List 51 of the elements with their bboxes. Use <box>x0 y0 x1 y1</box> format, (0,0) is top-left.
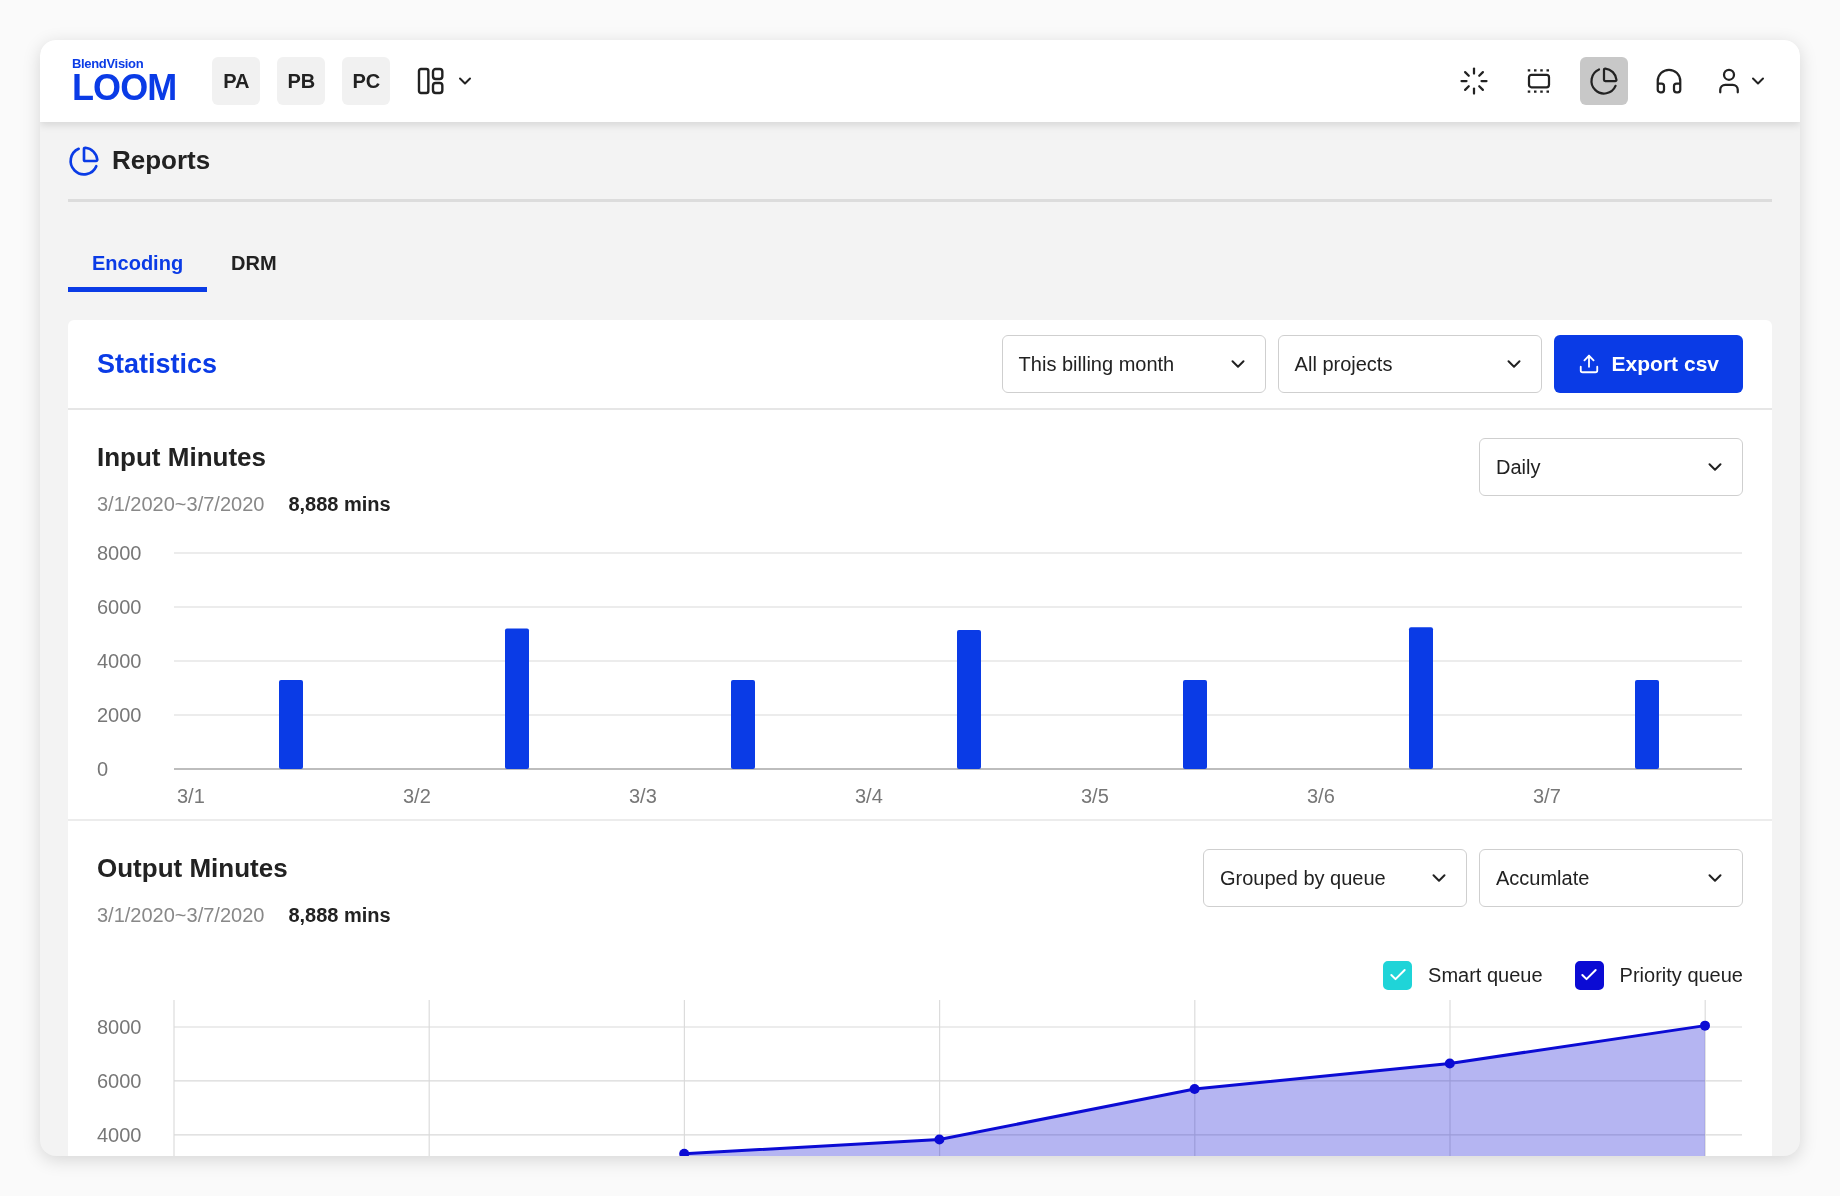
legend-label: Smart queue <box>1428 963 1543 988</box>
project-button[interactable]: PC <box>342 57 391 105</box>
x-axis-label: 3/7 <box>1533 785 1561 807</box>
tab[interactable]: Encoding <box>68 238 208 292</box>
dropdown-select[interactable]: Grouped by queue <box>1203 849 1467 907</box>
headset-icon <box>1654 66 1684 96</box>
x-axis-label: 3/1 <box>177 785 205 807</box>
y-axis-label: 6000 <box>97 596 142 618</box>
y-axis-label: 4000 <box>97 1123 142 1146</box>
legend-checkbox[interactable] <box>1574 960 1604 990</box>
x-axis-label: 3/5 <box>1081 785 1109 807</box>
tab[interactable]: DRM <box>207 238 301 292</box>
total-minutes: 8,888 mins <box>288 492 391 517</box>
point <box>1189 1084 1200 1095</box>
y-axis-label: 0 <box>97 758 109 780</box>
y-axis-label: 8000 <box>97 542 142 564</box>
pie-chart-icon <box>68 144 100 177</box>
logo-brand: BlendVision <box>72 56 145 70</box>
upload-icon <box>1577 353 1600 375</box>
logo: LOOM <box>72 69 177 106</box>
x-axis-label: 3/3 <box>629 785 657 807</box>
loader-icon <box>1459 66 1489 96</box>
point <box>1700 1020 1710 1031</box>
y-axis-label: 6000 <box>97 1069 142 1092</box>
project-button[interactable]: PA <box>212 57 261 105</box>
nav-button[interactable] <box>1580 57 1628 105</box>
date-range: 3/1/2020~3/7/2020 <box>97 492 265 517</box>
dropdown-select[interactable]: Daily <box>1479 438 1743 496</box>
y-axis-label: 8000 <box>97 1016 142 1038</box>
legend-checkbox[interactable] <box>1383 960 1413 990</box>
card-title: Statistics <box>97 347 218 381</box>
date-range: 3/1/2020~3/7/2020 <box>97 903 265 928</box>
section-title: Output Minutes <box>97 852 289 885</box>
x-axis-label: 3/2 <box>403 785 431 807</box>
export-csv-button[interactable]: Export csv <box>1553 335 1743 393</box>
project-button[interactable]: PB <box>277 57 326 105</box>
point <box>934 1134 945 1145</box>
x-axis-label: 3/6 <box>1307 785 1335 807</box>
dropdown-select[interactable]: Accumlate <box>1479 849 1743 907</box>
section-title: Input Minutes <box>97 441 267 474</box>
point <box>1444 1058 1455 1069</box>
dropdown-select[interactable]: This billing month <box>1001 335 1266 393</box>
pie-chart-icon <box>1589 66 1619 96</box>
y-axis-label: 2000 <box>97 704 142 726</box>
point <box>679 1148 690 1156</box>
legend-label: Priority queue <box>1619 963 1743 988</box>
total-minutes: 8,888 mins <box>288 903 391 928</box>
dropdown-select[interactable]: All projects <box>1277 335 1542 393</box>
x-axis-label: 3/4 <box>855 785 883 807</box>
page-title: Reports <box>112 144 211 177</box>
y-axis-label: 4000 <box>97 650 142 672</box>
